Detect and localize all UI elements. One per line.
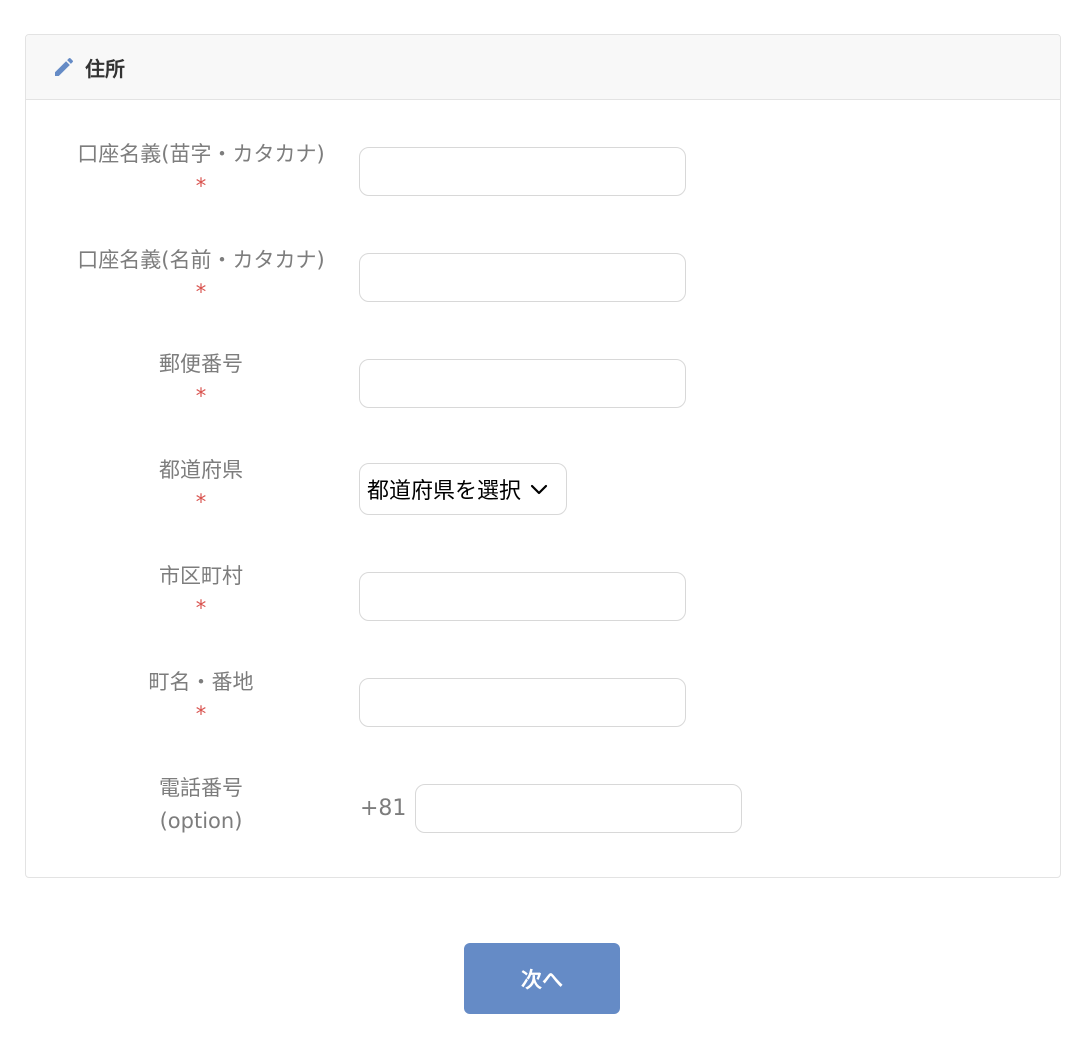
- prefecture-selected-value: 都道府県を選択: [367, 479, 522, 504]
- next-button[interactable]: 次へ: [464, 943, 620, 1014]
- city-label-text: 市区町村: [159, 564, 243, 588]
- account-first-label: 口座名義(名前・カタカナ) *: [50, 244, 352, 307]
- street-input[interactable]: [359, 678, 686, 727]
- postal-code-input[interactable]: [359, 359, 686, 408]
- panel-title: 住所: [85, 56, 125, 81]
- phone-label-text: 電話番号: [159, 776, 243, 800]
- required-mark: *: [195, 490, 207, 514]
- account-first-label-text: 口座名義(名前・カタカナ): [77, 248, 325, 272]
- account-last-label-text: 口座名義(苗字・カタカナ): [77, 142, 325, 166]
- street-label: 町名・番地 *: [50, 666, 352, 729]
- pencil-icon: [52, 55, 76, 79]
- prefecture-label-text: 都道府県: [159, 458, 243, 482]
- phone-input[interactable]: [415, 784, 742, 833]
- optional-mark: (option): [159, 809, 243, 833]
- account-last-label: 口座名義(苗字・カタカナ) *: [50, 138, 352, 201]
- account-last-input[interactable]: [359, 147, 686, 196]
- street-label-text: 町名・番地: [148, 670, 254, 694]
- required-mark: *: [195, 280, 207, 304]
- postal-label: 郵便番号 *: [50, 348, 352, 411]
- panel-header: 住所: [26, 35, 1060, 100]
- required-mark: *: [195, 702, 207, 726]
- account-first-input[interactable]: [359, 253, 686, 302]
- required-mark: *: [195, 596, 207, 620]
- city-input[interactable]: [359, 572, 686, 621]
- required-mark: *: [195, 384, 207, 408]
- address-panel: 住所 口座名義(苗字・カタカナ) * 口座名義(名前・カタカナ) * 郵便番号 …: [25, 34, 1061, 878]
- chevron-down-icon: [529, 479, 549, 499]
- phone-label: 電話番号 (option): [50, 772, 352, 838]
- postal-label-text: 郵便番号: [159, 352, 243, 376]
- city-label: 市区町村 *: [50, 560, 352, 623]
- prefecture-label: 都道府県 *: [50, 454, 352, 517]
- country-code-prefix: +81: [360, 796, 407, 821]
- prefecture-select[interactable]: 都道府県を選択: [359, 463, 567, 515]
- required-mark: *: [195, 174, 207, 198]
